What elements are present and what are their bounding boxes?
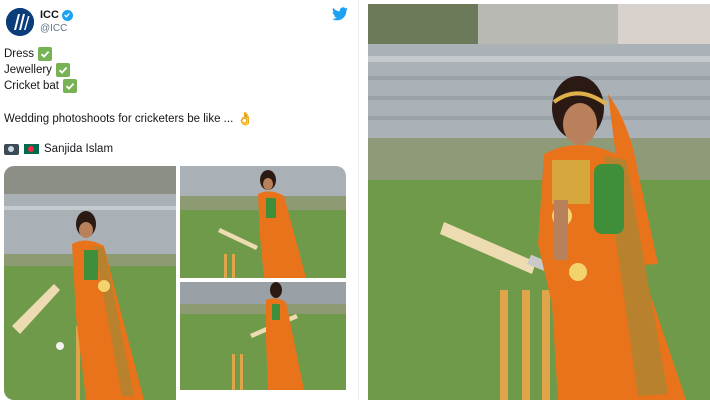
tweet-line-text: Dress bbox=[4, 48, 35, 60]
check-mark-icon bbox=[55, 63, 70, 77]
bangladesh-flag-icon bbox=[24, 144, 39, 154]
tagged-name[interactable]: Sanjida Islam bbox=[44, 143, 113, 155]
check-mark-icon bbox=[62, 79, 77, 93]
author-display-name[interactable]: ICC bbox=[40, 9, 59, 21]
tweet-caption: Wedding photoshoots for cricketers be li… bbox=[4, 111, 253, 127]
ok-hand-icon: 👌 bbox=[237, 111, 254, 126]
tweet-line-jewellery: Jewellery bbox=[4, 63, 70, 77]
check-mark-icon bbox=[38, 47, 53, 61]
tweet-media-grid bbox=[4, 166, 346, 400]
tweet-line-dress: Dress bbox=[4, 47, 53, 61]
verified-badge-icon bbox=[61, 9, 73, 21]
tweet-line-text: Cricket bat bbox=[4, 80, 59, 92]
icc-logo-icon[interactable] bbox=[6, 8, 34, 36]
tweet-line-cricket-bat: Cricket bat bbox=[4, 79, 77, 93]
tagged-people[interactable]: Sanjida Islam bbox=[4, 143, 113, 155]
twitter-bird-icon[interactable] bbox=[332, 7, 348, 21]
author-name-row[interactable]: ICC bbox=[40, 9, 73, 21]
tweet-caption-text: Wedding photoshoots for cricketers be li… bbox=[4, 113, 234, 125]
featured-photo bbox=[368, 4, 710, 400]
tweet-line-text: Jewellery bbox=[4, 64, 52, 76]
tweet-card: ICC @ICC Dress Jewellery Cricket bat Wed… bbox=[0, 0, 359, 400]
tweet-photo-2[interactable] bbox=[180, 166, 346, 278]
tweet-photo-1[interactable] bbox=[4, 166, 176, 400]
tweet-photo-3[interactable] bbox=[180, 282, 346, 390]
author-handle[interactable]: @ICC bbox=[40, 23, 67, 34]
camera-icon bbox=[4, 143, 19, 155]
